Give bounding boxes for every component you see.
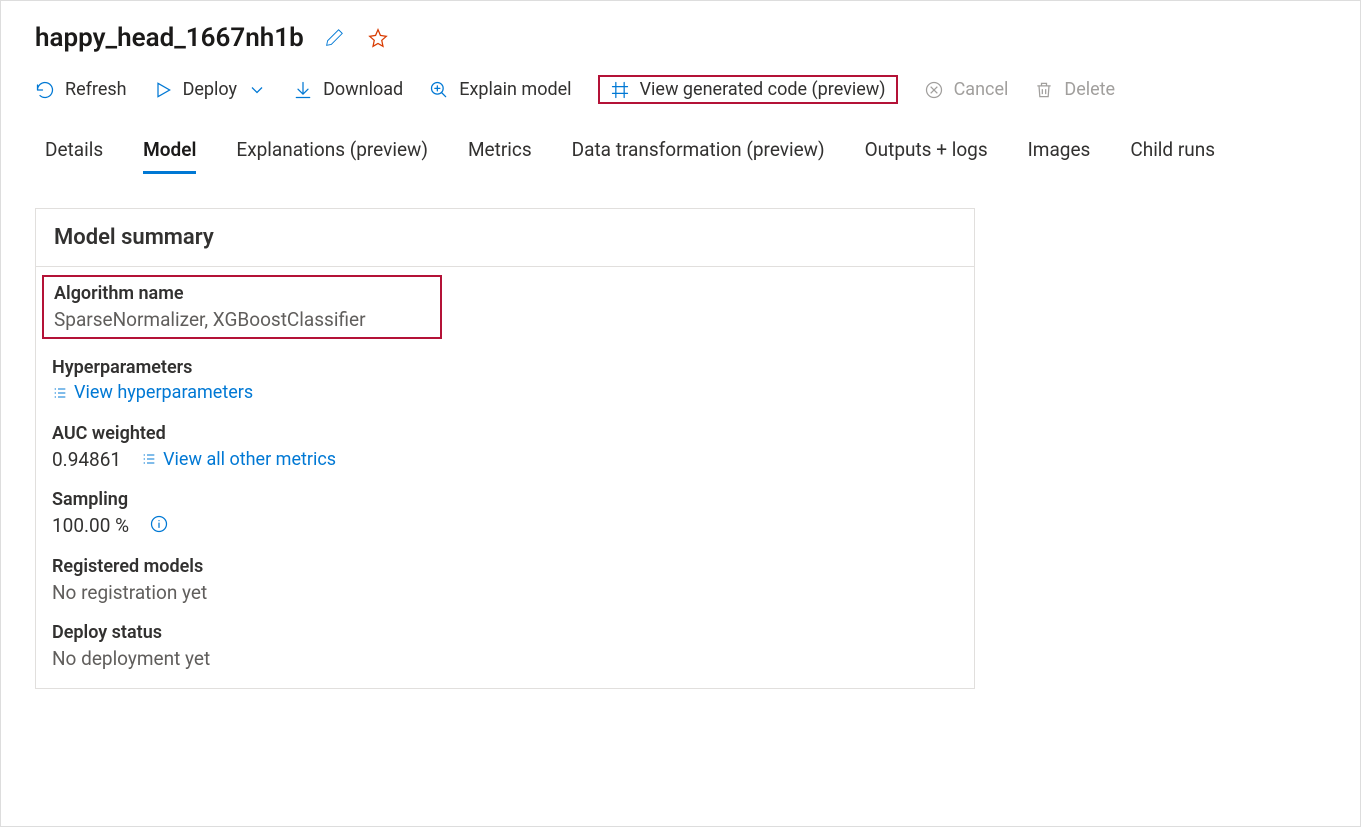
deploy-button[interactable]: Deploy [153,75,268,104]
tab-bar: Details Model Explanations (preview) Met… [35,138,1326,174]
tab-child-runs[interactable]: Child runs [1130,138,1215,174]
algorithm-name-value: SparseNormalizer, XGBoostClassifier [54,308,430,331]
title-row: happy_head_1667nh1b [35,23,1326,53]
explain-label: Explain model [459,79,571,100]
view-all-metrics-link[interactable]: View all other metrics [141,449,336,470]
deploy-label: Deploy [183,79,238,100]
delete-label: Delete [1064,79,1115,100]
favorite-star-icon[interactable] [364,24,392,52]
model-summary-card: Model summary Algorithm name SparseNorma… [35,208,975,689]
tab-images[interactable]: Images [1028,138,1091,174]
view-generated-code-button[interactable]: View generated code (preview) [598,75,898,104]
tab-model[interactable]: Model [143,138,196,174]
deploy-status-label: Deploy status [52,622,958,643]
deploy-status-field: Deploy status No deployment yet [52,622,958,670]
info-icon[interactable] [149,514,169,538]
cancel-button: Cancel [924,75,1009,104]
tab-details[interactable]: Details [45,138,103,174]
auc-weighted-field: AUC weighted 0.94861 View all other metr… [52,423,958,471]
registered-models-value: No registration yet [52,581,958,604]
view-hyperparameters-text: View hyperparameters [74,382,253,403]
list-icon [141,451,157,467]
model-summary-title: Model summary [36,209,974,267]
view-all-metrics-text: View all other metrics [163,449,336,470]
tab-metrics[interactable]: Metrics [468,138,532,174]
viewcode-label: View generated code (preview) [640,79,886,100]
registered-models-label: Registered models [52,556,958,577]
edit-icon[interactable] [320,24,348,52]
sampling-value: 100.00 % [52,514,129,537]
page-title: happy_head_1667nh1b [35,23,304,53]
algorithm-name-label: Algorithm name [54,283,430,304]
tab-data-transformation[interactable]: Data transformation (preview) [572,138,825,174]
cancel-label: Cancel [954,79,1009,100]
chevron-down-icon [247,80,267,100]
algorithm-name-field: Algorithm name SparseNormalizer, XGBoost… [42,275,442,339]
delete-button: Delete [1034,75,1115,104]
command-toolbar: Refresh Deploy Download Explain model Vi… [35,75,1326,104]
hyperparameters-field: Hyperparameters View hyperparameters [52,357,958,405]
list-icon [52,385,68,401]
sampling-field: Sampling 100.00 % [52,489,958,538]
view-hyperparameters-link[interactable]: View hyperparameters [52,382,253,403]
refresh-button[interactable]: Refresh [35,75,127,104]
auc-weighted-label: AUC weighted [52,423,958,444]
download-button[interactable]: Download [293,75,403,104]
explain-model-button[interactable]: Explain model [429,75,571,104]
download-label: Download [323,79,403,100]
tab-outputs-logs[interactable]: Outputs + logs [865,138,988,174]
auc-weighted-value: 0.94861 [52,448,121,471]
deploy-status-value: No deployment yet [52,647,958,670]
tab-explanations[interactable]: Explanations (preview) [236,138,428,174]
sampling-label: Sampling [52,489,958,510]
registered-models-field: Registered models No registration yet [52,556,958,604]
hyperparameters-label: Hyperparameters [52,357,958,378]
refresh-label: Refresh [65,79,127,100]
